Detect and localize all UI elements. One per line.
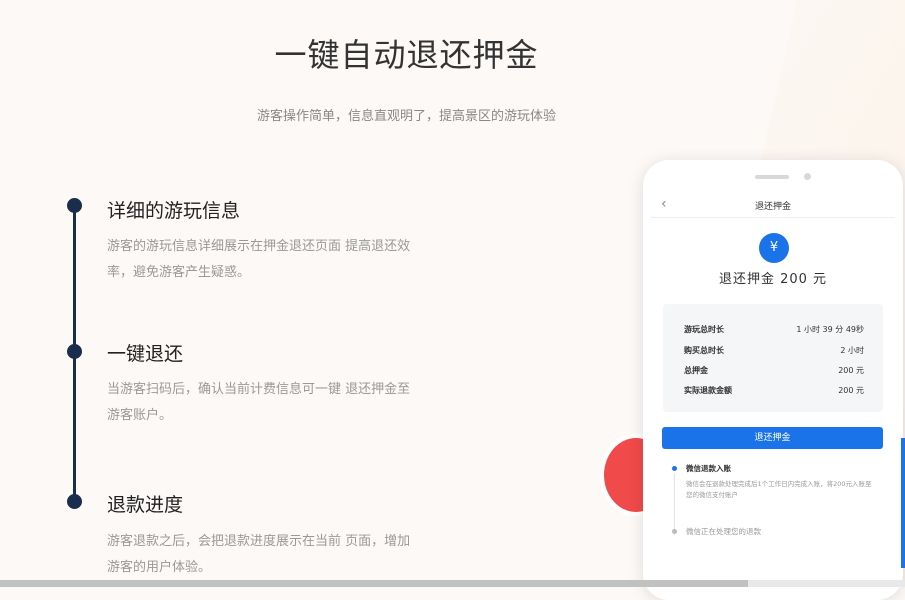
progress-step-description: 微信会在退款处理完成后1个工作日内完成入账，将200元入账至您的微信支付账户	[686, 480, 872, 499]
info-card: 游玩总时长 1 小时 39 分 49秒 购买总时长 2 小时 总押金 200 元…	[663, 304, 883, 412]
info-label: 游玩总时长	[684, 325, 724, 334]
refund-amount: 退还押金 200 元	[718, 272, 828, 287]
phone-screen: ‹ 退还押金 ¥ 退还押金 200 元 游玩总时长 1 小时 39 分 49秒 …	[651, 190, 895, 600]
horizontal-scrollbar[interactable]	[0, 580, 905, 587]
progress-step-title: 微信退款入账	[686, 464, 731, 473]
progress-dot-active	[672, 466, 677, 471]
nav-divider	[651, 217, 895, 218]
page-title: 一键自动退还押金	[274, 36, 539, 74]
feature-description: 游客的游玩信息详细展示在押金退还页面 提高退还效率，避免游客产生疑惑。	[107, 239, 411, 280]
info-label: 购买总时长	[684, 346, 724, 355]
yen-icon: ¥	[759, 233, 789, 263]
info-label: 实际退款金额	[684, 386, 732, 395]
info-value: 200 元	[838, 386, 864, 395]
timeline-dot	[67, 494, 82, 509]
info-value: 200 元	[838, 366, 864, 375]
refund-deposit-button[interactable]: 退还押金	[662, 427, 883, 449]
phone-speaker	[755, 175, 789, 179]
feature-description: 游客退款之后，会把退款进度展示在当前 页面，增加游客的用户体验。	[107, 534, 411, 575]
phone-camera	[804, 173, 811, 180]
timeline-dot	[67, 344, 82, 359]
feature-title: 一键退还	[107, 343, 184, 365]
info-label: 总押金	[684, 366, 708, 375]
feature-description: 当游客扫码后，确认当前计费信息可一键 退还押金至游客账户。	[107, 382, 411, 423]
progress-dot	[672, 529, 677, 534]
feature-title: 详细的游玩信息	[107, 200, 241, 222]
progress-step-title: 微信正在处理您的退款	[686, 527, 761, 536]
phone-mockup: ‹ 退还押金 ¥ 退还押金 200 元 游玩总时长 1 小时 39 分 49秒 …	[643, 160, 903, 600]
page-subtitle: 游客操作简单，信息直观明了，提高景区的游玩体验	[256, 109, 556, 124]
scrollbar-thumb[interactable]	[0, 580, 748, 587]
screen-title: 退还押金	[754, 202, 791, 212]
timeline-dot	[67, 198, 82, 213]
feature-title: 退款进度	[107, 494, 184, 516]
info-value: 2 小时	[840, 346, 864, 355]
decorative-blue-edge	[901, 438, 905, 568]
info-value: 1 小时 39 分 49秒	[796, 325, 864, 334]
progress-line	[674, 473, 675, 535]
